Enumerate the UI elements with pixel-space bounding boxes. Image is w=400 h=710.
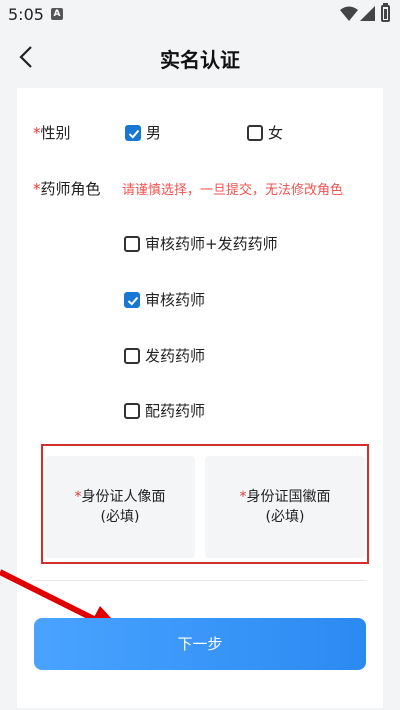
checkbox-icon[interactable] bbox=[124, 235, 140, 252]
role-option-dispense[interactable]: 发药药师 bbox=[124, 345, 205, 366]
gender-option-male[interactable]: 男 bbox=[125, 122, 161, 143]
checkbox-icon[interactable] bbox=[247, 124, 263, 141]
id-front-label-line: *身份证人像面 bbox=[75, 487, 166, 507]
checkbox-checked-icon[interactable] bbox=[124, 291, 140, 308]
required-mark: * bbox=[239, 489, 247, 505]
header: 实名认证 bbox=[0, 30, 400, 86]
id-back-hint: (必填) bbox=[265, 509, 305, 525]
id-back-label: 身份证国徽面 bbox=[246, 489, 331, 505]
role-option-review-dispense[interactable]: 审核药师+发药药师 bbox=[124, 233, 278, 254]
status-bar: 5:05 A bbox=[0, 0, 400, 30]
role-warning-text: 请谨慎选择，一旦提交，无法修改角色 bbox=[122, 183, 344, 198]
role-option-label: 发药药师 bbox=[145, 347, 206, 365]
gender-option-label: 女 bbox=[268, 124, 284, 142]
role-option-review[interactable]: 审核药师 bbox=[124, 289, 205, 310]
next-button[interactable]: 下一步 bbox=[34, 618, 366, 670]
role-option-label: 审核药师+发药药师 bbox=[145, 235, 278, 253]
wifi-icon bbox=[340, 6, 358, 21]
checkbox-icon[interactable] bbox=[124, 347, 140, 364]
page-title: 实名认证 bbox=[160, 48, 240, 72]
role-option-label: 审核药师 bbox=[145, 291, 206, 309]
required-mark: * bbox=[33, 124, 41, 142]
id-front-upload[interactable]: *身份证人像面 (必填) bbox=[45, 456, 195, 558]
id-front-label: 身份证人像面 bbox=[81, 489, 166, 505]
id-back-upload[interactable]: *身份证国徽面 (必填) bbox=[205, 456, 365, 558]
required-mark: * bbox=[74, 489, 82, 505]
status-time: 5:05 bbox=[8, 5, 44, 24]
role-label: *药师角色 bbox=[33, 180, 101, 198]
battery-icon bbox=[381, 5, 390, 22]
required-mark: * bbox=[33, 180, 41, 198]
gender-option-label: 男 bbox=[146, 124, 162, 142]
gender-option-female[interactable]: 女 bbox=[247, 122, 283, 143]
role-option-label: 配药药师 bbox=[145, 402, 206, 420]
id-front-hint: (必填) bbox=[100, 509, 140, 525]
signal-icon bbox=[360, 6, 375, 21]
checkbox-icon[interactable] bbox=[124, 402, 140, 419]
sim-icon: A bbox=[51, 8, 63, 20]
checkbox-checked-icon[interactable] bbox=[125, 124, 141, 141]
id-back-label-line: *身份证国徽面 bbox=[240, 487, 331, 507]
role-option-compound[interactable]: 配药药师 bbox=[124, 400, 205, 421]
gender-label: *性别 bbox=[33, 124, 71, 142]
